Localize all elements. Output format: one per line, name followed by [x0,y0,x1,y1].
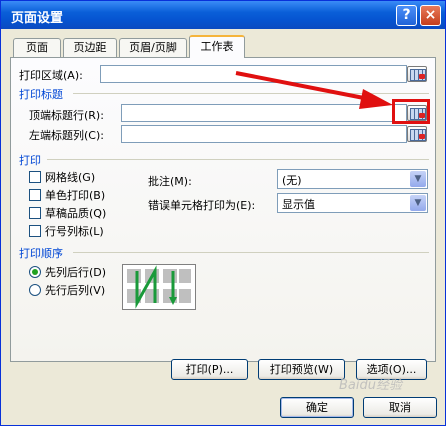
down-then-over-radio[interactable] [29,266,41,278]
page-order-preview [122,264,196,310]
columns-to-repeat-input[interactable] [121,125,407,143]
draft-quality-checkbox[interactable] [29,207,41,219]
annotation-highlight-box [392,99,430,124]
watermark: Baidu经验 [339,378,402,393]
print-section: 打印 [19,154,41,167]
cell-errors-label: 错误单元格打印为(E): [148,199,256,212]
tab-page[interactable]: 页面 [13,38,61,57]
print-titles-section: 打印标题 [19,88,63,101]
gridlines-label: 网格线(G) [45,171,96,184]
page-order-section: 打印顺序 [19,247,63,260]
window-title: 页面设置 [11,11,64,26]
separator [47,159,429,160]
over-then-down-label: 先行后列(V) [45,284,106,297]
help-button[interactable]: ? [396,5,417,26]
columns-to-repeat-label: 左端标题列(C): [29,129,104,142]
draft-quality-label: 草稿品质(Q) [45,207,107,220]
black-and-white-label: 单色打印(B) [45,189,106,202]
separator [73,252,429,253]
ok-button[interactable]: 确定 [280,397,354,418]
chevron-down-icon[interactable]: ▼ [410,171,426,187]
gridlines-checkbox[interactable] [29,171,41,183]
comments-value: (无) [282,174,302,187]
title-bar[interactable]: 页面设置 ? × [1,1,445,29]
columns-to-repeat-collapse-icon[interactable] [407,126,427,142]
cell-errors-select[interactable]: 显示值 ▼ [277,193,428,213]
page-order-diagram-icon [127,265,191,309]
over-then-down-radio[interactable] [29,284,41,296]
row-col-headings-label: 行号列标(L) [45,225,104,238]
close-button[interactable]: × [420,5,441,26]
tab-sheet[interactable]: 工作表 [189,35,245,58]
rows-to-repeat-label: 顶端标题行(R): [29,109,104,122]
black-and-white-checkbox[interactable] [29,189,41,201]
cancel-button[interactable]: 取消 [363,397,437,418]
tab-header-footer[interactable]: 页眉/页脚 [119,38,187,57]
comments-select[interactable]: (无) ▼ [277,169,428,189]
annotation-arrow-icon [235,71,393,109]
cell-errors-value: 显示值 [282,198,315,211]
comments-label: 批注(M): [148,175,192,188]
print-preview-button[interactable]: 打印预览(W) [258,359,345,380]
down-then-over-label: 先列后行(D) [45,266,107,279]
print-area-collapse-icon[interactable] [407,66,427,82]
tab-margins[interactable]: 页边距 [63,38,117,57]
page-setup-dialog: 页面设置 ? × 页面 页边距 页眉/页脚 工作表 打印区域(A): 打印标题 … [0,0,446,426]
chevron-down-icon[interactable]: ▼ [410,195,426,211]
row-col-headings-checkbox[interactable] [29,225,41,237]
print-area-label: 打印区域(A): [19,69,83,82]
print-button[interactable]: 打印(P)... [171,359,248,380]
